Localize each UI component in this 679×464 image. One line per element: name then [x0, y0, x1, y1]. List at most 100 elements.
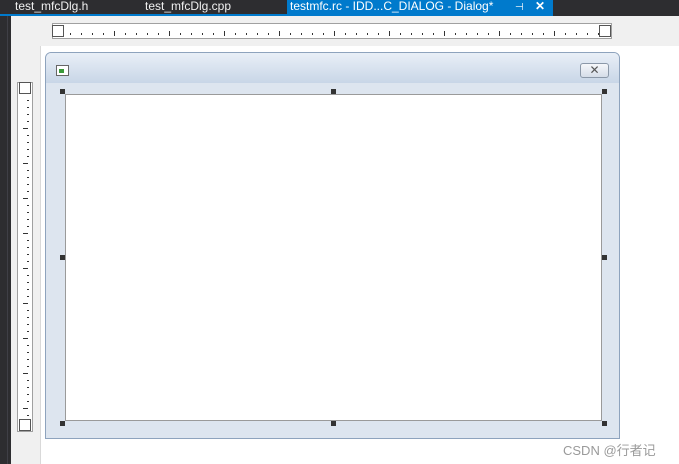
ruler-tick: [27, 401, 29, 402]
ruler-tick: [27, 317, 29, 318]
ruler-tick: [23, 198, 28, 199]
ruler-tick: [27, 149, 29, 150]
ruler-tick: [202, 33, 203, 35]
ruler-tick: [27, 289, 29, 290]
ruler-tick: [378, 33, 379, 35]
dialog-client-area[interactable]: [65, 94, 602, 421]
ruler-tick: [27, 415, 29, 416]
ruler-tick: [27, 380, 29, 381]
ruler-tick: [27, 387, 29, 388]
resize-handle-right[interactable]: [602, 255, 607, 260]
ruler-tick: [147, 33, 148, 35]
vertical-ruler[interactable]: [17, 82, 33, 432]
ruler-tick: [400, 33, 401, 35]
ruler-tick: [411, 33, 412, 35]
ruler-tick: [27, 394, 29, 395]
ruler-tick: [125, 33, 126, 35]
pin-icon[interactable]: ⊣: [515, 1, 524, 14]
ruler-tick: [70, 33, 71, 35]
watermark: CSDN @行者记: [563, 443, 656, 458]
ruler-tick: [27, 247, 29, 248]
ruler-tick: [356, 33, 357, 35]
gutter-divider: [7, 16, 8, 464]
ruler-tick: [103, 33, 104, 35]
ruler-tick: [27, 226, 29, 227]
tab-label: test_mfcDlg.cpp: [145, 0, 232, 13]
ruler-tick: [279, 31, 280, 36]
ruler-tick: [433, 33, 434, 35]
ruler-tick: [27, 366, 29, 367]
resize-handle-bottom-right[interactable]: [602, 421, 607, 426]
ruler-tick: [488, 33, 489, 35]
close-icon[interactable]: ✕: [535, 0, 545, 13]
ruler-tick: [27, 296, 29, 297]
ruler-tick: [290, 33, 291, 35]
ruler-end-marker[interactable]: [19, 82, 31, 94]
ruler-tick: [224, 31, 225, 36]
ruler-tick: [213, 33, 214, 35]
ruler-tick: [27, 114, 29, 115]
ruler-tick: [27, 170, 29, 171]
ruler-tick: [444, 31, 445, 36]
ruler-end-marker[interactable]: [599, 25, 611, 37]
resize-handle-top-right[interactable]: [602, 89, 607, 94]
ruler-tick: [246, 33, 247, 35]
ruler-tick: [323, 33, 324, 35]
horizontal-ruler[interactable]: [52, 23, 612, 39]
ruler-tick: [477, 33, 478, 35]
ruler-end-marker[interactable]: [52, 25, 64, 37]
ruler-tick: [27, 345, 29, 346]
ruler-tick: [23, 128, 28, 129]
resize-handle-bottom[interactable]: [331, 421, 336, 426]
ruler-tick: [27, 352, 29, 353]
ruler-tick: [114, 31, 115, 36]
ruler-tick: [543, 33, 544, 35]
tab-test-mfcdlg-cpp[interactable]: test_mfcDlg.cpp: [145, 0, 275, 15]
ruler-tick: [23, 408, 28, 409]
ruler-tick: [235, 33, 236, 35]
ruler-tick: [576, 33, 577, 35]
ruler-tick: [532, 33, 533, 35]
ruler-tick: [367, 33, 368, 35]
ruler-tick: [27, 282, 29, 283]
ruler-tick: [268, 33, 269, 35]
left-gutter: [0, 16, 11, 464]
ruler-tick: [455, 33, 456, 35]
ruler-tick: [554, 31, 555, 36]
ruler-tick: [27, 191, 29, 192]
ruler-tick: [389, 31, 390, 36]
ruler-tick: [81, 33, 82, 35]
tab-test-mfcdlg-h[interactable]: test_mfcDlg.h: [15, 0, 130, 15]
ruler-tick: [27, 107, 29, 108]
tab-dialog-resource[interactable]: testmfc.rc - IDD...C_DIALOG - Dialog* ⊣ …: [287, 0, 553, 15]
ruler-tick: [499, 31, 500, 36]
resize-handle-left[interactable]: [60, 255, 65, 260]
dialog-window[interactable]: ✕: [45, 52, 620, 439]
ruler-tick: [136, 33, 137, 35]
ruler-tick: [587, 33, 588, 35]
ruler-tick: [158, 33, 159, 35]
resize-handle-bottom-left[interactable]: [60, 421, 65, 426]
ruler-end-marker[interactable]: [19, 419, 31, 431]
ruler-tick: [510, 33, 511, 35]
canvas-edge: [40, 46, 41, 464]
ruler-tick: [23, 163, 28, 164]
resize-handle-top-left[interactable]: [60, 89, 65, 94]
ruler-tick: [23, 303, 28, 304]
dialog-title-bar[interactable]: [46, 53, 619, 83]
resize-handle-top[interactable]: [331, 89, 336, 94]
dialog-close-button[interactable]: ✕: [580, 63, 609, 78]
ruler-tick: [257, 33, 258, 35]
ruler-tick: [27, 121, 29, 122]
ruler-tick: [27, 177, 29, 178]
ruler-tick: [27, 324, 29, 325]
ruler-tick: [27, 156, 29, 157]
ruler-tick: [27, 184, 29, 185]
ruler-tick: [301, 33, 302, 35]
ruler-tick: [334, 31, 335, 36]
dialog-app-icon-glyph: [59, 69, 64, 73]
ruler-tick: [169, 31, 170, 36]
ruler-tick: [27, 205, 29, 206]
ruler-tick: [27, 240, 29, 241]
ruler-tick: [23, 268, 28, 269]
